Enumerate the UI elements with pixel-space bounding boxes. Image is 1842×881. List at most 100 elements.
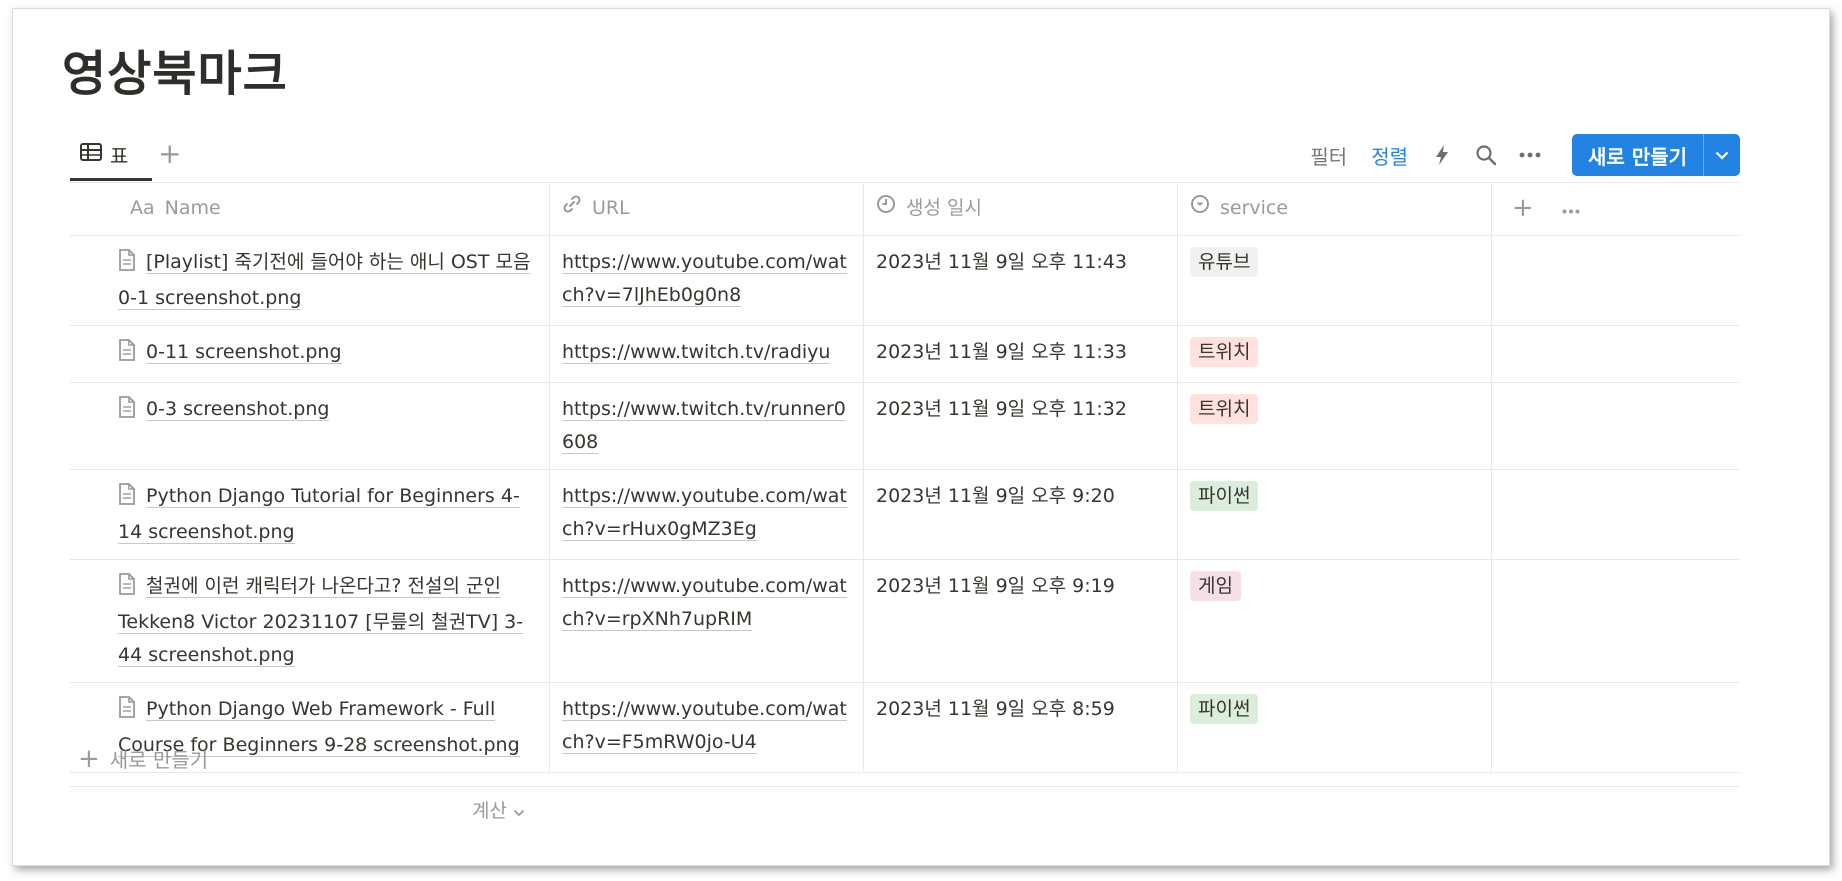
table-row[interactable]: [Playlist] 죽기전에 들어야 하는 애니 OST 모음 0-1 scr… (70, 236, 1740, 326)
created-cell: 2023년 11월 9일 오후 11:43 (864, 236, 1178, 325)
url-cell[interactable]: https://www.youtube.com/watch?v=7lJhEb0g… (550, 236, 864, 325)
page-title: 영상북마크 (62, 46, 288, 102)
document-icon (118, 696, 136, 729)
clock-icon (876, 192, 896, 225)
created-time: 2023년 11월 9일 오후 11:43 (876, 251, 1127, 273)
service-tag: 트위치 (1190, 337, 1259, 367)
url-cell[interactable]: https://www.youtube.com/watch?v=rHux0gMZ… (550, 470, 864, 559)
table-row[interactable]: 0-11 screenshot.png https://www.twitch.tv… (70, 326, 1740, 383)
add-new-row-button[interactable]: + 새로 만들기 (78, 744, 208, 773)
url-link[interactable]: https://www.youtube.com/watch?v=rpXNh7up… (562, 575, 847, 631)
calculate-button[interactable]: 계산 (472, 796, 525, 823)
add-property-plus-icon[interactable]: + (1512, 192, 1534, 225)
table-header-row: Aa Name URL 생성 일시 service + (70, 183, 1740, 236)
url-link[interactable]: https://www.twitch.tv/radiyu (562, 341, 831, 364)
document-icon (118, 483, 136, 516)
column-header-service[interactable]: service (1178, 183, 1492, 235)
automation-lightning-icon[interactable] (1420, 133, 1464, 177)
add-view-plus-icon[interactable]: + (158, 136, 181, 172)
url-link[interactable]: https://www.youtube.com/watch?v=F5mRW0jo… (562, 698, 847, 754)
link-icon (562, 192, 582, 225)
page-name: Python Django Tutorial for Beginners 4-1… (118, 485, 520, 544)
document-icon (118, 396, 136, 429)
service-tag: 파이썬 (1190, 481, 1259, 511)
tab-table-label: 표 (110, 143, 129, 168)
url-cell[interactable]: https://www.youtube.com/watch?v=F5mRW0jo… (550, 683, 864, 772)
table-row[interactable]: Python Django Tutorial for Beginners 4-1… (70, 470, 1740, 560)
more-options-icon[interactable] (1508, 133, 1552, 177)
url-cell[interactable]: https://www.twitch.tv/radiyu (550, 326, 864, 382)
page-link[interactable]: 철권에 이런 캐릭터가 나온다고? 전설의 군인 Tekken8 Victor … (118, 570, 537, 672)
column-header-url[interactable]: URL (550, 183, 864, 235)
created-time: 2023년 11월 9일 오후 8:59 (876, 698, 1115, 720)
table-icon (80, 142, 102, 166)
document-icon (118, 573, 136, 606)
empty-cell (1492, 326, 1740, 382)
filter-button[interactable]: 필터 (1298, 141, 1359, 170)
created-time: 2023년 11월 9일 오후 11:32 (876, 398, 1127, 420)
name-cell[interactable]: [Playlist] 죽기전에 들어야 하는 애니 OST 모음 0-1 scr… (70, 236, 550, 325)
service-cell[interactable]: 파이썬 (1178, 683, 1492, 772)
empty-cell (1492, 683, 1740, 772)
page-link[interactable]: Python Django Tutorial for Beginners 4-1… (118, 480, 537, 549)
created-cell: 2023년 11월 9일 오후 11:32 (864, 383, 1178, 469)
chevron-down-icon[interactable] (1703, 134, 1740, 176)
url-link[interactable]: https://www.twitch.tv/runner0608 (562, 398, 846, 454)
service-tag: 유튜브 (1190, 247, 1259, 277)
name-cell[interactable]: 0-3 screenshot.png (70, 383, 550, 469)
column-header-name[interactable]: Aa Name (70, 183, 550, 235)
page-link[interactable]: 0-3 screenshot.png (118, 393, 537, 429)
calculate-label: 계산 (472, 800, 507, 822)
service-cell[interactable]: 유튜브 (1178, 236, 1492, 325)
created-time: 2023년 11월 9일 오후 9:19 (876, 575, 1115, 597)
service-cell[interactable]: 게임 (1178, 560, 1492, 682)
url-link[interactable]: https://www.youtube.com/watch?v=rHux0gMZ… (562, 485, 847, 541)
column-header-name-label: Name (164, 196, 221, 219)
created-cell: 2023년 11월 9일 오후 11:33 (864, 326, 1178, 382)
tab-table-view[interactable]: 표 (70, 130, 140, 178)
page-name: 0-3 screenshot.png (146, 398, 330, 421)
table-row[interactable]: Python Django Web Framework - Full Cours… (70, 683, 1740, 773)
created-cell: 2023년 11월 9일 오후 8:59 (864, 683, 1178, 772)
url-link[interactable]: https://www.youtube.com/watch?v=7lJhEb0g… (562, 251, 847, 307)
text-type-icon: Aa (130, 196, 155, 219)
more-columns-icon[interactable] (1562, 192, 1580, 225)
column-header-created[interactable]: 생성 일시 (864, 183, 1178, 235)
database-table: Aa Name URL 생성 일시 service + [Playlist] 죽… (70, 182, 1740, 773)
service-cell[interactable]: 트위치 (1178, 383, 1492, 469)
page-link[interactable]: [Playlist] 죽기전에 들어야 하는 애니 OST 모음 0-1 scr… (118, 246, 537, 315)
url-cell[interactable]: https://www.twitch.tv/runner0608 (550, 383, 864, 469)
search-icon[interactable] (1464, 133, 1508, 177)
empty-cell (1492, 383, 1740, 469)
table-body: [Playlist] 죽기전에 들어야 하는 애니 OST 모음 0-1 scr… (70, 236, 1740, 773)
created-time: 2023년 11월 9일 오후 11:33 (876, 341, 1127, 363)
new-button-label: 새로 만들기 (1588, 144, 1687, 169)
page-link[interactable]: 0-11 screenshot.png (118, 336, 537, 372)
new-button[interactable]: 새로 만들기 (1572, 134, 1740, 176)
empty-cell (1492, 236, 1740, 325)
view-tabbar: 표 + 필터 정렬 새로 만들기 (70, 130, 1740, 181)
column-header-service-label: service (1220, 196, 1289, 219)
select-icon (1190, 192, 1210, 225)
add-new-row-label: 새로 만들기 (109, 748, 209, 772)
document-icon (118, 339, 136, 372)
name-cell[interactable]: Python Django Tutorial for Beginners 4-1… (70, 470, 550, 559)
column-header-url-label: URL (592, 196, 630, 219)
name-cell[interactable]: 철권에 이런 캐릭터가 나온다고? 전설의 군인 Tekken8 Victor … (70, 560, 550, 682)
created-time: 2023년 11월 9일 오후 9:20 (876, 485, 1115, 507)
chevron-down-icon (513, 800, 525, 822)
sort-button[interactable]: 정렬 (1359, 141, 1420, 170)
service-tag: 파이썬 (1190, 694, 1259, 724)
plus-icon: + (78, 743, 100, 774)
table-row[interactable]: 0-3 screenshot.png https://www.twitch.tv/… (70, 383, 1740, 470)
column-header-actions: + (1492, 183, 1740, 235)
table-row[interactable]: 철권에 이런 캐릭터가 나온다고? 전설의 군인 Tekken8 Victor … (70, 560, 1740, 683)
service-tag: 트위치 (1190, 394, 1259, 424)
column-header-created-label: 생성 일시 (906, 196, 982, 219)
name-cell[interactable]: 0-11 screenshot.png (70, 326, 550, 382)
url-cell[interactable]: https://www.youtube.com/watch?v=rpXNh7up… (550, 560, 864, 682)
service-cell[interactable]: 파이썬 (1178, 470, 1492, 559)
empty-cell (1492, 560, 1740, 682)
document-icon (118, 249, 136, 282)
service-cell[interactable]: 트위치 (1178, 326, 1492, 382)
